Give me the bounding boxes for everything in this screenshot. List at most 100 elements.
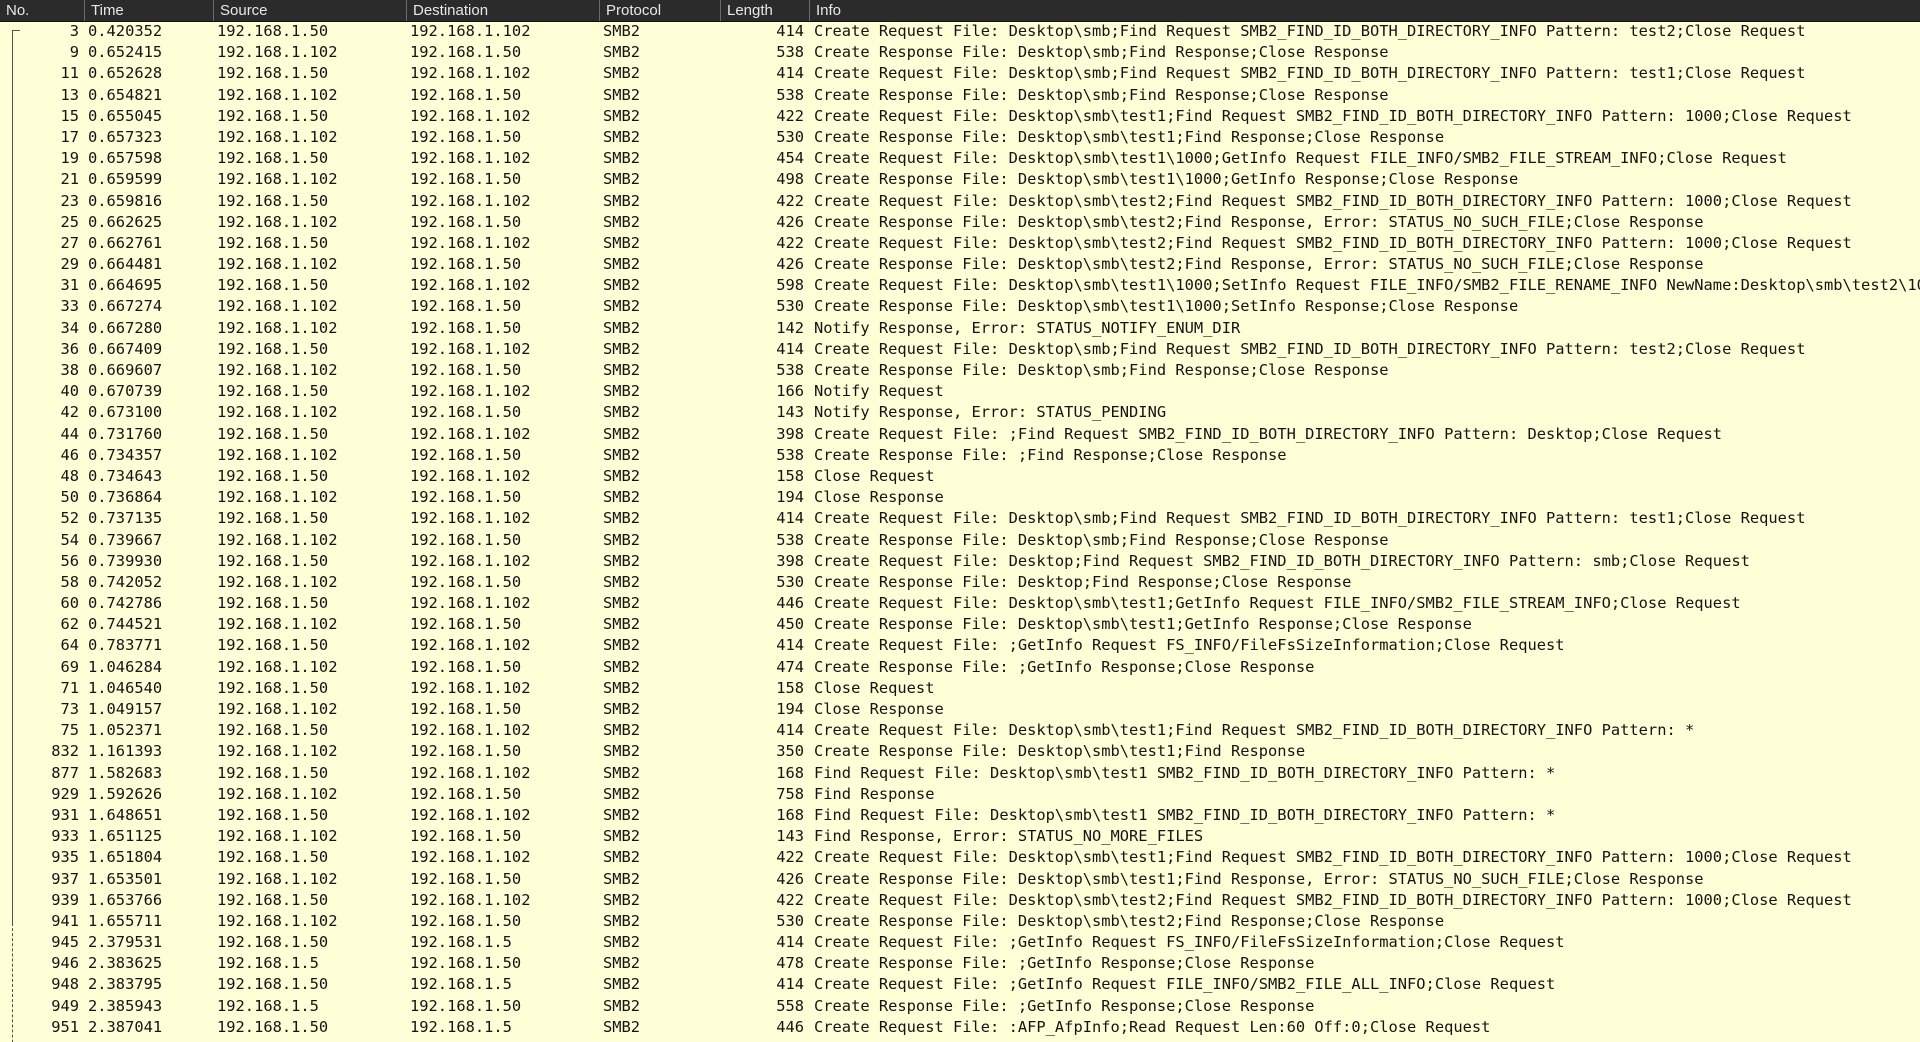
packet-row[interactable]: 937 1.653501 192.168.1.102 192.168.1.50 SMB2… <box>0 869 1920 890</box>
packet-row[interactable]: 71 1.046540 192.168.1.50 192.168.1.102 SMB2 1… <box>0 678 1920 699</box>
packet-info: Create Response File: Desktop\smb\test2;… <box>814 255 1704 274</box>
packet-source: 192.168.1.50 <box>217 721 329 740</box>
packet-row[interactable]: 75 1.052371 192.168.1.50 192.168.1.102 SMB2 4… <box>0 720 1920 741</box>
packet-row[interactable]: 11 0.652628 192.168.1.50 192.168.1.102 SMB2 4… <box>0 63 1920 84</box>
packet-row[interactable]: 25 0.662625 192.168.1.102 192.168.1.50 SMB2 4… <box>0 212 1920 233</box>
packet-source: 192.168.1.50 <box>217 678 329 697</box>
packet-protocol: SMB2 <box>603 742 641 761</box>
packet-time: 1.161393 <box>88 742 163 761</box>
packet-row[interactable]: 44 0.731760 192.168.1.50 192.168.1.102 SMB2 3… <box>0 424 1920 445</box>
packet-no: 17 <box>60 127 79 146</box>
packet-info: Create Response File: Desktop\smb;Find R… <box>814 361 1389 379</box>
packet-info: Create Request File: ;GetInfo Request FS… <box>814 933 1565 952</box>
packet-row[interactable]: 40 0.670739 192.168.1.50 192.168.1.102 SMB2 1… <box>0 381 1920 402</box>
packet-row[interactable]: 939 1.653766 192.168.1.50 192.168.1.102 SMB2… <box>0 890 1920 911</box>
packet-no: 949 <box>51 996 79 1015</box>
packet-row[interactable]: 931 1.648651 192.168.1.50 192.168.1.102 SMB2… <box>0 805 1920 826</box>
packet-row[interactable]: 832 1.161393 192.168.1.102 192.168.1.50 SMB2… <box>0 741 1920 762</box>
packet-row[interactable]: 945 2.379531 192.168.1.50 192.168.1.5 SMB2 41… <box>0 932 1920 953</box>
packet-row[interactable]: 56 0.739930 192.168.1.50 192.168.1.102 SMB2 3… <box>0 551 1920 572</box>
packet-length: 454 <box>776 149 804 168</box>
packet-row[interactable]: 46 0.734357 192.168.1.102 192.168.1.50 SMB2 5… <box>0 445 1920 466</box>
packet-row[interactable]: 935 1.651804 192.168.1.50 192.168.1.102 SMB2… <box>0 847 1920 868</box>
packet-info: Find Response <box>814 784 935 803</box>
packet-time: 2.387041 <box>88 1017 163 1036</box>
packet-row[interactable]: 949 2.385943 192.168.1.5 192.168.1.50 SMB2 55… <box>0 996 1920 1017</box>
packet-info: Create Request File: Desktop\smb;Find Re… <box>814 339 1806 358</box>
packet-info: Create Request File: Desktop\smb\test1;G… <box>814 594 1741 613</box>
packet-row[interactable]: 933 1.651125 192.168.1.102 192.168.1.50 SMB2… <box>0 826 1920 847</box>
packet-destination: 192.168.1.102 <box>410 551 531 570</box>
packet-row[interactable]: 64 0.783771 192.168.1.50 192.168.1.102 SMB2 4… <box>0 635 1920 656</box>
column-header-destination[interactable]: Destination <box>406 0 599 21</box>
packet-info: Create Request File: Desktop\smb\test1\1… <box>814 149 1787 168</box>
packet-row[interactable]: 38 0.669607 192.168.1.102 192.168.1.50 SMB2 5… <box>0 360 1920 381</box>
packet-row[interactable]: 33 0.667274 192.168.1.102 192.168.1.50 SMB2 5… <box>0 296 1920 317</box>
column-header-protocol[interactable]: Protocol <box>599 0 720 21</box>
packet-time: 2.383795 <box>88 975 163 994</box>
packet-row[interactable]: 951 2.387041 192.168.1.50 192.168.1.5 SMB2 44… <box>0 1017 1920 1038</box>
packet-row[interactable]: 877 1.582683 192.168.1.50 192.168.1.102 SMB2… <box>0 763 1920 784</box>
packet-row[interactable]: 52 0.737135 192.168.1.50 192.168.1.102 SMB2 4… <box>0 508 1920 529</box>
packet-info: Find Request File: Desktop\smb\test1 SMB… <box>814 805 1556 824</box>
packet-source: 192.168.1.102 <box>217 615 338 634</box>
packet-row[interactable]: 941 1.655711 192.168.1.102 192.168.1.50 SMB2… <box>0 911 1920 932</box>
column-header-source[interactable]: Source <box>213 0 406 21</box>
packet-source: 192.168.1.102 <box>217 784 338 803</box>
packet-time: 1.655711 <box>88 911 163 930</box>
packet-row[interactable]: 929 1.592626 192.168.1.102 192.168.1.50 SMB2… <box>0 784 1920 805</box>
packet-source: 192.168.1.50 <box>217 763 329 782</box>
packet-row[interactable]: 69 1.046284 192.168.1.102 192.168.1.50 SMB2 4… <box>0 657 1920 678</box>
packet-row[interactable]: 60 0.742786 192.168.1.50 192.168.1.102 SMB2 4… <box>0 593 1920 614</box>
packet-protocol: SMB2 <box>603 233 641 252</box>
packet-length: 530 <box>776 911 804 930</box>
packet-row[interactable]: 13 0.654821 192.168.1.102 192.168.1.50 SMB2 5… <box>0 85 1920 106</box>
packet-length: 422 <box>776 848 804 867</box>
packet-row[interactable]: 73 1.049157 192.168.1.102 192.168.1.50 SMB2 1… <box>0 699 1920 720</box>
packet-row[interactable]: 19 0.657598 192.168.1.50 192.168.1.102 SMB2 4… <box>0 148 1920 169</box>
packet-source: 192.168.1.50 <box>217 382 329 401</box>
packet-row[interactable]: 54 0.739667 192.168.1.102 192.168.1.50 SMB2 5… <box>0 530 1920 551</box>
column-header-no[interactable]: No. <box>0 0 84 21</box>
packet-row[interactable]: 3 0.420352 192.168.1.50 192.168.1.102 SMB2 41… <box>0 21 1920 42</box>
column-header-info[interactable]: Info <box>809 0 1920 21</box>
packet-row[interactable]: 58 0.742052 192.168.1.102 192.168.1.50 SMB2 5… <box>0 572 1920 593</box>
packet-no: 46 <box>60 445 79 464</box>
packet-info: Notify Response, Error: STATUS_NOTIFY_EN… <box>814 318 1241 337</box>
column-header-time[interactable]: Time <box>84 0 213 21</box>
packet-protocol: SMB2 <box>603 721 641 740</box>
packet-info: Create Request File: Desktop\smb\test1;F… <box>814 721 1695 740</box>
packet-row[interactable]: 946 2.383625 192.168.1.5 192.168.1.50 SMB2 47… <box>0 953 1920 974</box>
packet-destination: 192.168.1.102 <box>410 106 531 125</box>
packet-row[interactable]: 23 0.659816 192.168.1.50 192.168.1.102 SMB2 4… <box>0 191 1920 212</box>
packet-source: 192.168.1.50 <box>217 233 329 252</box>
packet-row[interactable]: 50 0.736864 192.168.1.102 192.168.1.50 SMB2 1… <box>0 487 1920 508</box>
packet-info: Create Response File: Desktop\smb\test1;… <box>814 127 1445 146</box>
packet-source: 192.168.1.102 <box>217 488 338 507</box>
packet-info: Close Request <box>814 678 935 697</box>
packet-row[interactable]: 34 0.667280 192.168.1.102 192.168.1.50 SMB2 1… <box>0 318 1920 339</box>
packet-row[interactable]: 15 0.655045 192.168.1.50 192.168.1.102 SMB2 4… <box>0 106 1920 127</box>
packet-destination: 192.168.1.50 <box>410 255 522 274</box>
column-header-length[interactable]: Length <box>720 0 809 21</box>
packet-source: 192.168.1.50 <box>217 149 329 168</box>
packet-info: Create Response File: Desktop\smb\test1\… <box>814 297 1519 316</box>
packet-length: 166 <box>776 382 804 401</box>
packet-row[interactable]: 42 0.673100 192.168.1.102 192.168.1.50 SMB2 1… <box>0 402 1920 423</box>
packet-row[interactable]: 31 0.664695 192.168.1.50 192.168.1.102 SMB2 5… <box>0 275 1920 296</box>
packet-row[interactable]: 9 0.652415 192.168.1.102 192.168.1.50 SMB2 53… <box>0 42 1920 63</box>
packet-source: 192.168.1.102 <box>217 361 338 379</box>
packet-row[interactable]: 17 0.657323 192.168.1.102 192.168.1.50 SMB2 5… <box>0 127 1920 148</box>
packet-no: 13 <box>60 85 79 104</box>
packet-row[interactable]: 29 0.664481 192.168.1.102 192.168.1.50 SMB2 4… <box>0 254 1920 275</box>
packet-row[interactable]: 21 0.659599 192.168.1.102 192.168.1.50 SMB2 4… <box>0 169 1920 190</box>
packet-row[interactable]: 27 0.662761 192.168.1.50 192.168.1.102 SMB2 4… <box>0 233 1920 254</box>
packet-row[interactable]: 948 2.383795 192.168.1.50 192.168.1.5 SMB2 41… <box>0 974 1920 995</box>
packet-protocol: SMB2 <box>603 869 641 888</box>
packet-row[interactable]: 36 0.667409 192.168.1.50 192.168.1.102 SMB2 4… <box>0 339 1920 360</box>
packet-protocol: SMB2 <box>603 954 641 973</box>
packet-row[interactable]: 62 0.744521 192.168.1.102 192.168.1.50 SMB2 4… <box>0 614 1920 635</box>
packet-no: 935 <box>51 848 79 867</box>
packet-source: 192.168.1.50 <box>217 890 329 909</box>
packet-row[interactable]: 48 0.734643 192.168.1.50 192.168.1.102 SMB2 1… <box>0 466 1920 487</box>
